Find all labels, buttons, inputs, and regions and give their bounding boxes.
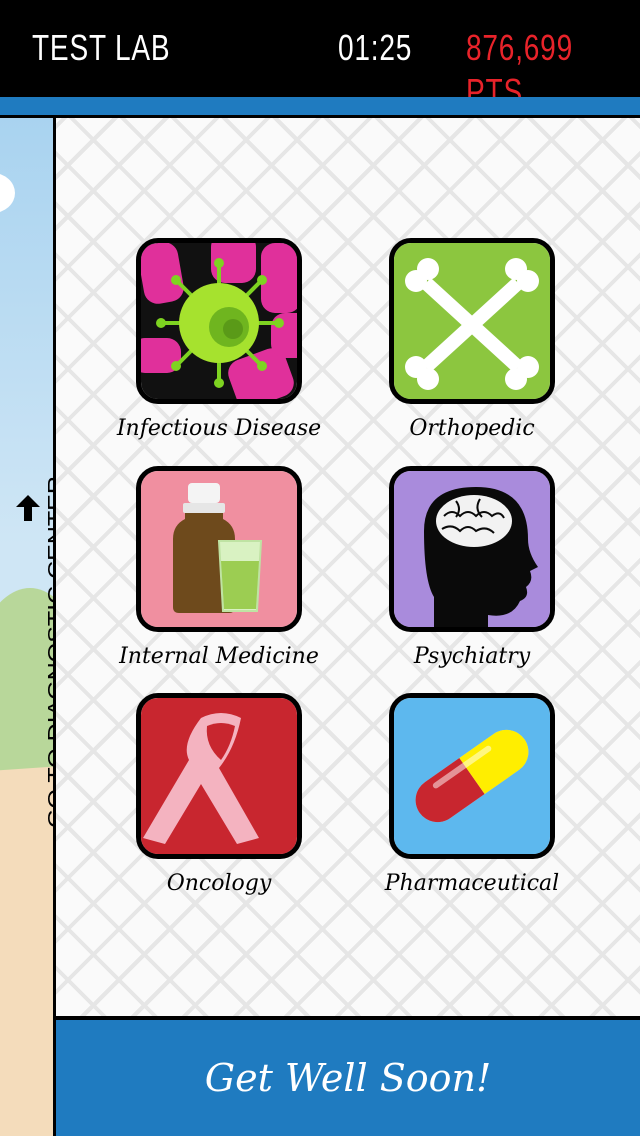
arrow-up-icon bbox=[16, 495, 40, 521]
virus-icon bbox=[136, 238, 302, 404]
diagnostic-center-cta: GO TO DIAGNOSTIC CENTER bbox=[13, 476, 53, 828]
get-well-soon-label: Get Well Soon! bbox=[204, 1056, 492, 1100]
brain-head-icon bbox=[389, 466, 555, 632]
medicine-bottle-icon bbox=[136, 466, 302, 632]
category-orthopedic[interactable]: Orthopedic bbox=[389, 238, 555, 441]
get-well-soon-button[interactable]: Get Well Soon! bbox=[56, 1016, 640, 1136]
category-label: Oncology bbox=[166, 871, 272, 896]
cloud-decoration bbox=[0, 173, 15, 213]
top-bar: TEST LAB 01:25 876,699 PTS bbox=[0, 0, 640, 112]
category-label: Psychiatry bbox=[413, 644, 531, 669]
category-label: Pharmaceutical bbox=[384, 871, 560, 896]
pill-capsule-icon bbox=[389, 693, 555, 859]
category-psychiatry[interactable]: Psychiatry bbox=[389, 466, 555, 669]
category-infectious-disease[interactable]: Infectious Disease bbox=[117, 238, 321, 441]
category-label: Orthopedic bbox=[409, 416, 535, 441]
category-oncology[interactable]: Oncology bbox=[136, 693, 302, 896]
category-internal-medicine[interactable]: Internal Medicine bbox=[119, 466, 319, 669]
diagnostic-center-label: GO TO DIAGNOSTIC CENTER bbox=[43, 476, 56, 828]
ribbon-icon bbox=[136, 693, 302, 859]
timer: 01:25 bbox=[338, 27, 413, 68]
header-divider bbox=[0, 97, 640, 118]
go-to-diagnostic-center-button[interactable]: GO TO DIAGNOSTIC CENTER bbox=[0, 118, 56, 1136]
crossed-bones-icon bbox=[389, 238, 555, 404]
category-label: Internal Medicine bbox=[119, 644, 319, 669]
category-label: Infectious Disease bbox=[116, 416, 322, 441]
lab-title: TEST LAB bbox=[32, 27, 171, 68]
category-grid: Infectious Disease Orthopedic Internal M… bbox=[56, 118, 640, 1016]
category-pharmaceutical[interactable]: Pharmaceutical bbox=[385, 693, 559, 896]
